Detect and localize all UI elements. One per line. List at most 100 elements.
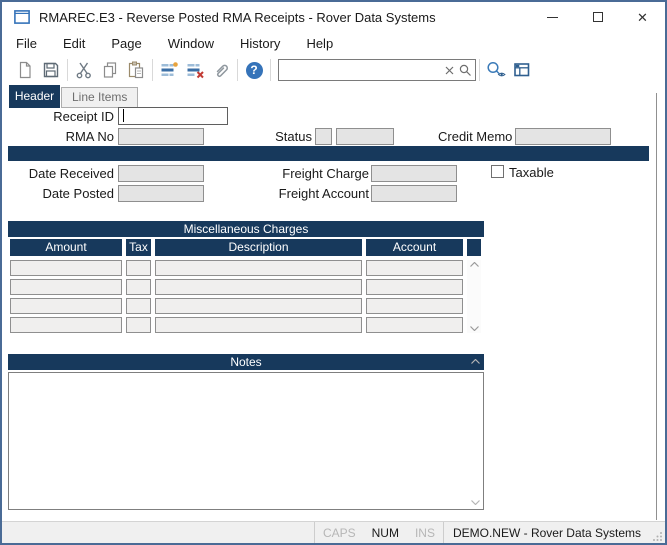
maximize-icon (593, 12, 603, 22)
misc-cell[interactable] (366, 260, 463, 276)
notes-textarea[interactable] (8, 372, 484, 510)
receipt-id-wrap (118, 107, 228, 125)
freight-account-wrap (371, 184, 457, 201)
credit-memo-label: Credit Memo (438, 128, 512, 145)
menu-edit[interactable]: Edit (50, 33, 98, 54)
browse-layout-icon (513, 61, 531, 79)
menu-history[interactable]: History (227, 33, 293, 54)
scroll-down-icon (471, 500, 480, 505)
toolbar-separator (479, 59, 480, 81)
freight-charge-input[interactable] (371, 165, 457, 182)
status-text-wrap (336, 127, 394, 144)
misc-cell[interactable] (155, 260, 362, 276)
menu-window[interactable]: Window (155, 33, 227, 54)
misc-cell[interactable] (366, 317, 463, 333)
attachment-icon (212, 61, 230, 79)
misc-cell[interactable] (366, 298, 463, 314)
misc-cell[interactable] (10, 279, 122, 295)
receipt-id-label: Receipt ID (4, 108, 114, 125)
column-header-scroll (467, 239, 481, 256)
attachment-button[interactable] (208, 58, 234, 82)
clear-search-icon[interactable] (445, 66, 454, 75)
date-received-label: Date Received (4, 165, 114, 182)
column-header-tax: Tax (126, 239, 151, 256)
misc-cell[interactable] (126, 279, 151, 295)
date-posted-input[interactable] (118, 185, 204, 202)
main-vertical-scrollbar[interactable] (656, 93, 665, 520)
date-received-input[interactable] (118, 165, 204, 182)
freight-charge-label: Freight Charge (278, 165, 369, 182)
tab-header[interactable]: Header (9, 85, 60, 108)
misc-charges-rows (8, 260, 484, 333)
status-label: Status (268, 128, 312, 145)
rma-no-input[interactable] (118, 128, 204, 145)
statusbar-message: DEMO.NEW - Rover Data Systems (444, 526, 649, 540)
toolbar-separator (237, 59, 238, 81)
status-code-wrap (315, 127, 332, 144)
browse-layout-button[interactable] (509, 58, 535, 82)
resize-grip-icon[interactable] (649, 522, 665, 544)
new-document-button[interactable] (12, 58, 38, 82)
misc-cell[interactable] (366, 279, 463, 295)
column-header-amount: Amount (10, 239, 122, 256)
cut-icon (75, 61, 93, 79)
status-bar: CAPS NUM INS DEMO.NEW - Rover Data Syste… (2, 521, 665, 543)
misc-cell[interactable] (10, 317, 122, 333)
misc-cell[interactable] (155, 298, 362, 314)
tab-line-items[interactable]: Line Items (61, 87, 138, 108)
date-posted-wrap (118, 184, 204, 201)
save-button[interactable] (38, 58, 64, 82)
save-icon (42, 61, 60, 79)
rma-no-label: RMA No (4, 128, 114, 145)
cut-button[interactable] (71, 58, 97, 82)
menu-file[interactable]: File (3, 33, 50, 54)
credit-memo-input[interactable] (515, 128, 611, 145)
notes-scrollbar[interactable] (468, 355, 483, 509)
status-text-input[interactable] (336, 128, 394, 145)
column-header-account: Account (366, 239, 463, 256)
text-caret (123, 109, 124, 122)
minimize-button[interactable] (530, 2, 575, 32)
paste-button[interactable] (123, 58, 149, 82)
freight-account-input[interactable] (371, 185, 457, 202)
misc-cell[interactable] (126, 298, 151, 314)
column-header-description: Description (155, 239, 362, 256)
freight-account-label: Freight Account (278, 185, 369, 202)
misc-charges-header: Amount Tax Description Account (8, 239, 484, 256)
scroll-up-icon (470, 262, 479, 267)
toolbar (2, 55, 665, 85)
lookup-button[interactable] (483, 58, 509, 82)
help-icon (246, 62, 263, 79)
date-received-wrap (118, 164, 204, 181)
misc-cell[interactable] (155, 279, 362, 295)
maximize-button[interactable] (575, 2, 620, 32)
close-button[interactable]: ✕ (620, 2, 665, 32)
insert-mode-indicator: INS (407, 526, 443, 540)
help-button[interactable] (241, 58, 267, 82)
misc-cell[interactable] (126, 317, 151, 333)
delete-row-button[interactable] (182, 58, 208, 82)
rma-no-wrap (118, 127, 204, 144)
misc-charges-section: Miscellaneous Charges Amount Tax Descrip… (8, 221, 484, 333)
misc-cell[interactable] (155, 317, 362, 333)
misc-cell[interactable] (10, 298, 122, 314)
receipt-id-input[interactable] (118, 107, 228, 125)
freight-charge-wrap (371, 164, 457, 181)
taxable-checkbox[interactable] (491, 165, 504, 178)
status-code-input[interactable] (315, 128, 332, 145)
minimize-icon (547, 17, 558, 18)
paste-icon (127, 61, 145, 79)
copy-icon (101, 61, 119, 79)
misc-cell[interactable] (10, 260, 122, 276)
scroll-down-icon (470, 326, 479, 331)
copy-button[interactable] (97, 58, 123, 82)
misc-charges-scrollbar[interactable] (467, 260, 481, 333)
misc-cell[interactable] (126, 260, 151, 276)
notes-title: Notes (8, 354, 484, 370)
caps-lock-indicator: CAPS (315, 526, 364, 540)
menu-page[interactable]: Page (98, 33, 154, 54)
menu-help[interactable]: Help (293, 33, 346, 54)
insert-row-button[interactable] (156, 58, 182, 82)
search-icon[interactable] (459, 64, 472, 77)
new-document-icon (16, 61, 34, 79)
